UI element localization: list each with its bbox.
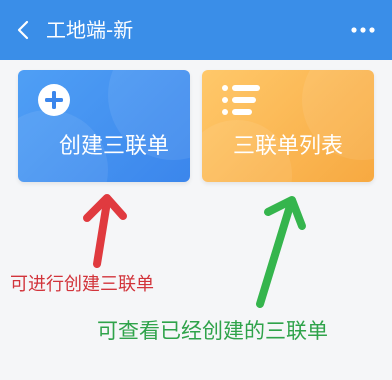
create-waybill-label: 创建三联单: [58, 134, 169, 159]
red-arrow: [83, 194, 127, 268]
page-title: 工地端-新: [46, 18, 134, 42]
more-dots-icon[interactable]: [350, 24, 376, 36]
green-arrow: [256, 196, 306, 308]
create-waybill-card[interactable]: 创建三联单: [18, 70, 190, 182]
list-icon: [222, 85, 260, 115]
list-annotation: 可查看已经创建的三联单: [97, 319, 328, 343]
chevron-left-icon[interactable]: [12, 18, 36, 42]
waybill-list-card[interactable]: 三联单列表: [202, 70, 374, 182]
create-annotation: 可进行创建三联单: [10, 274, 154, 295]
plus-circle-icon: [38, 84, 70, 116]
title-bar: 工地端-新: [0, 0, 392, 60]
waybill-list-label: 三联单列表: [232, 134, 343, 159]
